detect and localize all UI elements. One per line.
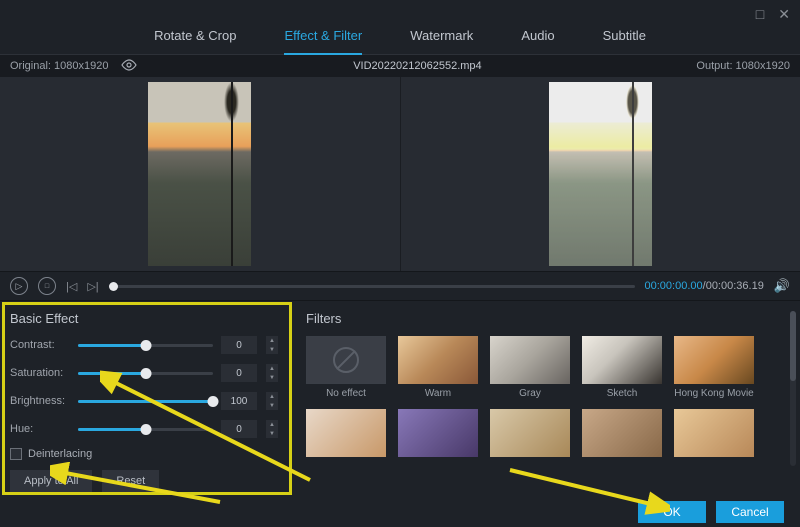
hue-label: Hue: [10, 423, 70, 435]
tab-watermark[interactable]: Watermark [410, 28, 473, 54]
tab-audio[interactable]: Audio [521, 28, 554, 54]
hue-value[interactable]: 0 [221, 420, 257, 438]
reset-button[interactable]: Reset [102, 470, 159, 492]
tab-rotate-crop[interactable]: Rotate & Crop [154, 28, 236, 54]
saturation-spinner[interactable]: ▲▼ [266, 364, 278, 382]
brightness-spinner[interactable]: ▲▼ [266, 392, 278, 410]
saturation-value[interactable]: 0 [221, 364, 257, 382]
preview-output [400, 77, 800, 271]
footer: OK Cancel [0, 497, 800, 527]
saturation-slider[interactable] [78, 372, 213, 375]
hue-spinner[interactable]: ▲▼ [266, 420, 278, 438]
play-button[interactable]: ▷ [10, 277, 28, 295]
timeline-slider[interactable] [109, 285, 635, 288]
time-current: 00:00:00.00 [645, 280, 703, 292]
preview-area [0, 77, 800, 271]
contrast-label: Contrast: [10, 339, 70, 351]
cancel-button[interactable]: Cancel [716, 501, 784, 523]
tab-effect-filter[interactable]: Effect & Filter [284, 28, 362, 54]
original-thumb [148, 82, 251, 266]
preview-original [0, 77, 400, 271]
brightness-slider[interactable] [78, 400, 213, 403]
info-bar: Original: 1080x1920 VID20220212062552.mp… [0, 55, 800, 77]
prev-frame-button[interactable]: |◁ [66, 280, 77, 293]
saturation-label: Saturation: [10, 367, 70, 379]
output-thumb [549, 82, 652, 266]
hue-slider[interactable] [78, 428, 213, 431]
basic-effect-title: Basic Effect [10, 311, 278, 326]
next-frame-button[interactable]: ▷| [87, 280, 98, 293]
filter-item[interactable] [306, 409, 386, 457]
ok-button[interactable]: OK [638, 501, 706, 523]
filter-sketch[interactable]: Sketch [582, 336, 662, 399]
time-display: 00:00:00.00/00:00:36.19 [645, 280, 764, 292]
filter-hong-kong-movie[interactable]: Hong Kong Movie [674, 336, 754, 399]
brightness-value[interactable]: 100 [221, 392, 257, 410]
filters-scrollbar[interactable] [790, 311, 796, 466]
brightness-label: Brightness: [10, 395, 70, 407]
basic-effect-panel: Basic Effect Contrast: 0 ▲▼ Saturation: … [0, 301, 288, 497]
playback-bar: ▷ □ |◁ ▷| 00:00:00.00/00:00:36.19 🔊 [0, 271, 800, 301]
maximize-button[interactable]: □ [756, 6, 764, 23]
tab-bar: Rotate & Crop Effect & Filter Watermark … [0, 0, 800, 55]
deinterlace-checkbox[interactable] [10, 448, 22, 460]
filter-warm[interactable]: Warm [398, 336, 478, 399]
filter-no-effect[interactable]: No effect [306, 336, 386, 399]
contrast-spinner[interactable]: ▲▼ [266, 336, 278, 354]
volume-icon[interactable]: 🔊 [774, 278, 790, 294]
filter-item[interactable] [398, 409, 478, 457]
close-button[interactable]: ✕ [778, 6, 790, 23]
contrast-slider[interactable] [78, 344, 213, 347]
filters-title: Filters [306, 311, 790, 326]
contrast-value[interactable]: 0 [221, 336, 257, 354]
no-effect-icon [333, 347, 359, 373]
filters-panel: Filters No effect Warm Gray Sketch Hong … [288, 301, 800, 497]
time-total: /00:00:36.19 [703, 280, 764, 292]
deinterlace-label: Deinterlacing [28, 448, 92, 460]
apply-to-all-button[interactable]: Apply to All [10, 470, 92, 492]
output-resolution: Output: 1080x1920 [696, 60, 790, 72]
filter-item[interactable] [674, 409, 754, 457]
filter-item[interactable] [490, 409, 570, 457]
filename: VID20220212062552.mp4 [138, 60, 696, 72]
stop-button[interactable]: □ [38, 277, 56, 295]
eye-icon[interactable] [120, 59, 138, 74]
filter-item[interactable] [582, 409, 662, 457]
original-resolution: Original: 1080x1920 [10, 60, 108, 72]
tab-subtitle[interactable]: Subtitle [603, 28, 646, 54]
filter-gray[interactable]: Gray [490, 336, 570, 399]
